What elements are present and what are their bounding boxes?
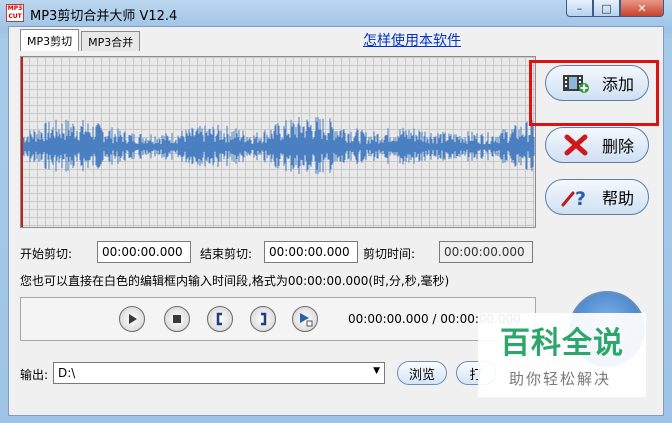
svg-text:?: ? [575,188,586,209]
output-path-value: D:\ [58,366,76,380]
play-selection-icon [300,313,313,327]
minimize-button[interactable]: – [566,0,593,17]
mark-start-icon [216,312,222,326]
end-cut-label: 结束剪切: [200,247,253,261]
mark-end-icon [261,312,267,326]
play-icon [129,314,137,324]
red-x-icon [560,132,592,158]
waveform-graph [22,117,535,174]
play-selection-button[interactable] [292,306,318,332]
add-button-highlight-box [529,60,659,126]
start-cut-label: 开始剪切: [20,247,73,261]
tab-bar: MP3剪切 MP3合并 [20,29,142,51]
delete-button-label: 删除 [602,137,635,156]
waveform-display[interactable] [20,56,536,228]
player-controls: 00:00:00.000 / 00:00:00.000 [20,297,536,341]
stop-button[interactable] [164,306,190,332]
playhead-marker[interactable] [21,57,23,227]
close-button[interactable]: ✕ [620,0,664,17]
cut-duration-label: 剪切时间: [363,247,416,261]
window-controls: – □ ✕ [566,0,664,18]
title-bar: MP3 CUT MP3剪切合并大师 V12.4 – □ ✕ [0,0,672,26]
chevron-down-icon[interactable]: ▼ [373,366,380,376]
format-hint: 您也可以直接在白色的编辑框内输入时间段,格式为00:00:00.000(时,分,… [20,274,450,288]
waveform-path [22,117,535,174]
stop-icon [173,315,181,323]
maximize-button[interactable]: □ [593,0,620,17]
app-window: MP3 CUT MP3剪切合并大师 V12.4 – □ ✕ MP3剪切 MP3合并… [0,0,672,423]
help-button[interactable]: ? 帮助 [545,179,649,215]
tab-mp3-merge[interactable]: MP3合并 [81,31,141,51]
cut-duration-field: 00:00:00.000 [439,241,533,263]
start-cut-field[interactable]: 00:00:00.000 [97,241,191,263]
window-title: MP3剪切合并大师 V12.4 [30,9,178,24]
mark-start-button[interactable] [207,306,233,332]
app-logo-icon: MP3 CUT [6,4,24,22]
browse-button[interactable]: 浏览 [397,361,447,385]
watermark-overlay: 百科全说 助你轻松解决 [478,313,646,397]
help-link[interactable]: 怎样使用本软件 [363,30,461,50]
watermark-subtitle: 助你轻松解决 [509,370,612,388]
delete-button[interactable]: 删除 [545,127,649,163]
output-path-select[interactable]: D:\ ▼ [53,362,385,384]
help-question-icon: ? [560,184,592,210]
mark-end-button[interactable] [250,306,276,332]
end-cut-field[interactable]: 00:00:00.000 [264,241,358,263]
help-button-label: 帮助 [602,189,635,208]
watermark-title: 百科全说 [500,326,624,361]
play-button[interactable] [119,306,145,332]
tab-mp3-cut[interactable]: MP3剪切 [20,29,80,51]
output-label: 输出: [20,368,49,382]
